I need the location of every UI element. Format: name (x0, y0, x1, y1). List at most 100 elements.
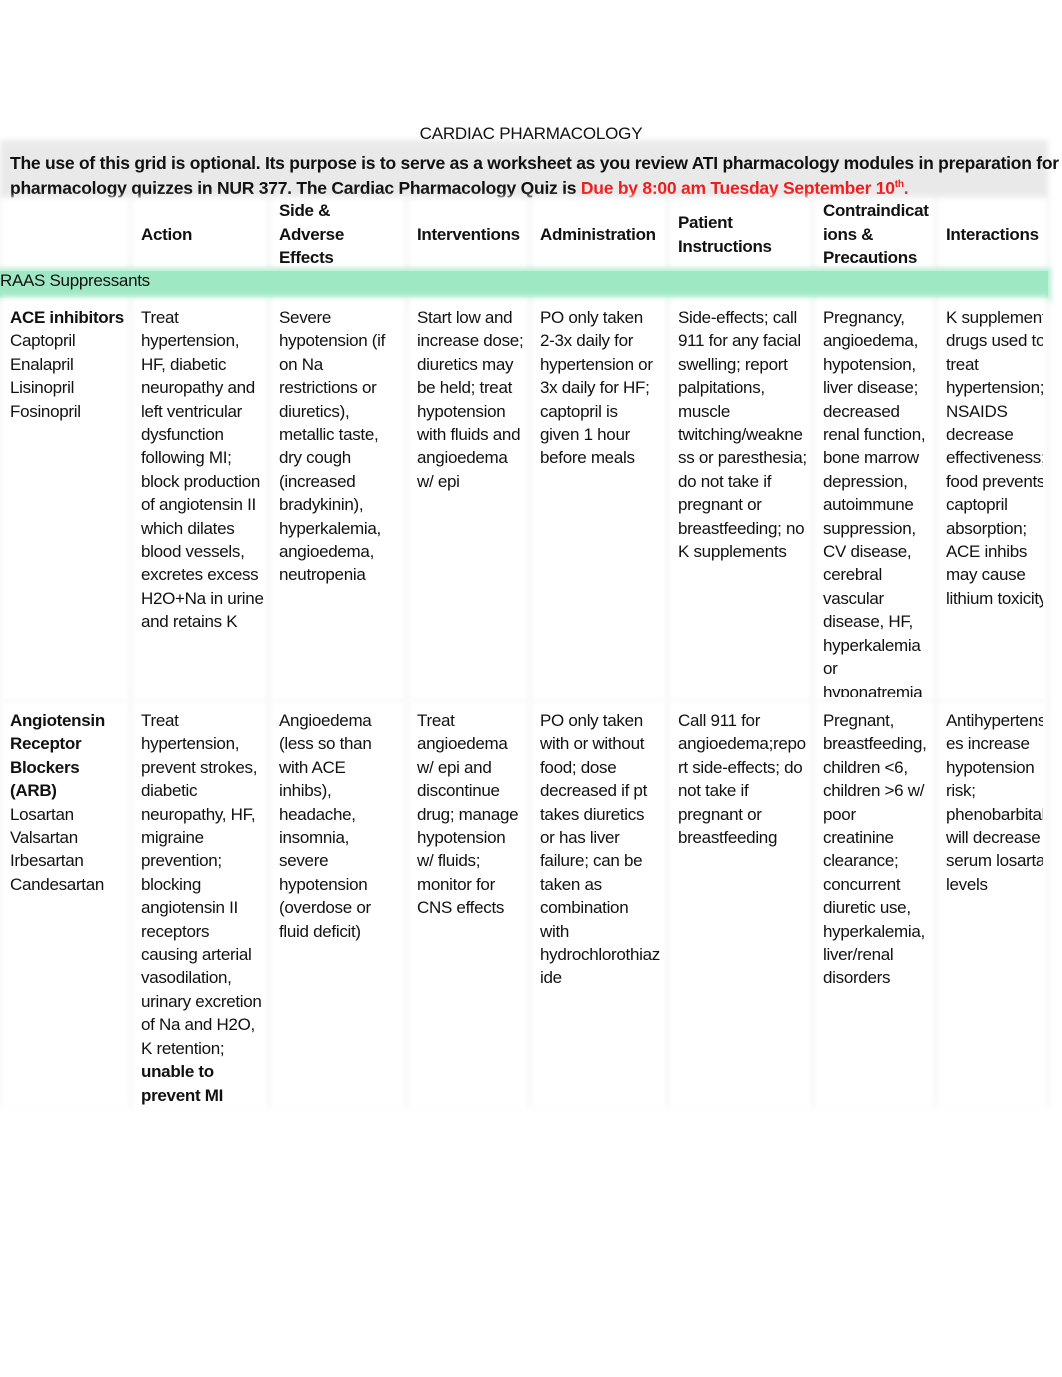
patient-instructions-cell: Call 911 for angioedema;repo rt side-effec… (668, 701, 813, 1109)
cell-text-line: insomnia, (279, 828, 350, 848)
cell-text-line: vasodilation, (141, 968, 232, 988)
cell-text-line: Treat (141, 711, 179, 730)
cell-text-line: dry cough (279, 448, 351, 468)
cell-text-line: combination (540, 898, 629, 918)
cell-text-line: hypertension; (946, 378, 1043, 398)
cell-text-line: food; dose (540, 757, 617, 777)
cell-text-line: 2-3x daily for (540, 331, 634, 351)
patient-instructions-cell: Side-effects; call 911 for any facial swel… (668, 298, 813, 701)
interactions-cell: K supplements drugs used to treat hypertens… (936, 298, 1048, 701)
administration-cell: PO only taken 2-3x daily for hypertension … (530, 298, 668, 701)
cell-text-line: breastfeeding (678, 828, 778, 848)
cell-text-line: concurrent (823, 874, 901, 894)
cell-text-line: severe (279, 851, 329, 871)
cell-text-line: dysfunction (141, 425, 224, 445)
action-cell: Treat hypertension, prevent strokes, diabet… (131, 701, 269, 1109)
side-effects-cell: Severe hypotension (if on Na restrictions o… (269, 298, 407, 701)
drug-name: Fosinopril (10, 401, 81, 421)
cell-text-line: serum losartan (946, 851, 1043, 871)
cell-text-line: inhibs), (279, 781, 332, 801)
header-text: Interventions (417, 224, 520, 244)
cell-text-line: with ACE (279, 757, 346, 777)
drug-name: Lisinopril (10, 378, 75, 398)
cell-text-line: increase dose; (417, 331, 524, 351)
cell-text-line: Antihypertensiv (946, 711, 1043, 730)
interventions-cell: Start low and increase dose; diuretics may… (407, 298, 530, 701)
cell-text-line: hypertension, (141, 331, 240, 351)
cell-text-line: children <6, (823, 757, 908, 777)
cell-text-line: excretes excess (141, 565, 259, 585)
cell-text-line: captopril is (540, 401, 618, 421)
cell-text-line: ide (540, 968, 562, 988)
pharmacology-grid: Action Side & Adverse Effects Interventions… (0, 198, 1048, 1109)
drug-class-name: Blockers (10, 757, 80, 777)
header-drug-class (0, 198, 131, 271)
section-label: RAAS Suppressants (0, 271, 1048, 298)
intro-line-1: The use of this grid is optional. Its pu… (10, 153, 1059, 173)
cell-text-line: K supplements (946, 308, 1043, 327)
cell-text-line: drug; manage (417, 804, 519, 824)
cell-text-line: food prevents (946, 471, 1043, 491)
cell-text-line: block production (141, 471, 260, 491)
cell-text-line: CNS effects (417, 898, 505, 918)
action-cell: Treat hypertension, HF, diabetic neuropathy… (131, 298, 269, 701)
cell-text-line: Pregnant, (823, 711, 895, 730)
cell-text-line: phenobarbital (946, 804, 1043, 824)
cell-text-line: suppression, (823, 518, 916, 538)
cell-text-line: restrictions or (279, 378, 377, 398)
header-side-adverse-effects: Side & Adverse Effects (269, 198, 407, 271)
drug-name: Candesartan (10, 874, 105, 894)
cell-text-line: levels (946, 874, 988, 894)
cell-text-line: takes diuretics (540, 804, 645, 824)
interactions-cell: Antihypertensiv es increase hypotension ris… (936, 701, 1048, 1109)
cell-text-line: palpitations, (678, 378, 765, 398)
cell-text-line: Start low and (417, 308, 513, 327)
cell-text-line: muscle (678, 401, 731, 421)
cell-text-line: given 1 hour (540, 425, 630, 445)
cell-text-line: blood vessels, (141, 542, 245, 562)
cell-text-line: creatinine (823, 828, 894, 848)
cell-text-line: PO only taken (540, 308, 643, 327)
drug-class-name: (ARB) (10, 781, 57, 801)
cell-text-line: prevention; (141, 851, 222, 871)
cell-text-line: discontinue (417, 781, 500, 801)
header-text: Action (141, 224, 193, 244)
cell-text-line: hyperkalemia, (823, 921, 925, 941)
header-text: ions & (823, 224, 874, 244)
header-action: Action (131, 198, 269, 271)
cell-text-line-bold: unable to (141, 1062, 214, 1082)
cell-text-line: cerebral (823, 565, 883, 585)
contraindications-cell: Pregnancy, angioedema, hypotension, liver d… (813, 298, 936, 701)
cell-text-line: H2O+Na in urine (141, 588, 264, 608)
cell-text-line: Angioedema (279, 711, 372, 730)
cell-text-line: hypotension (279, 874, 368, 894)
cell-text-line: taken as (540, 874, 602, 894)
cell-text-line: decreased (823, 401, 900, 421)
cell-text-line: angioedema (417, 734, 508, 754)
cell-text-line: be held; treat (417, 378, 513, 398)
cell-text-line: breastfeeding, (823, 734, 927, 754)
cell-text-line: failure; can be (540, 851, 643, 871)
header-contraindications-precautions: Contraindicat ions & Precautions (813, 198, 936, 271)
cell-text-line: with (540, 921, 570, 941)
cell-text-line: vascular (823, 588, 884, 608)
cell-text-line: angioedema;repo (678, 734, 806, 754)
header-text: Contraindicat (823, 202, 929, 221)
cell-text-line: K retention; (141, 1038, 225, 1058)
cell-text-line: captopril (946, 495, 1008, 515)
side-effects-cell: Angioedema (less so than with ACE inhibs), h… (269, 701, 407, 1109)
cell-text-line: w/ fluids; (417, 851, 481, 871)
cell-text-line: of angiotensin II (141, 495, 256, 515)
cell-text-line: hypotension (if (279, 331, 386, 351)
cell-text-line: HF, diabetic (141, 354, 227, 374)
cell-text-line: diabetic (141, 781, 198, 801)
cell-text-line: rt side-effects; do (678, 757, 803, 777)
cell-text-line: and retains K (141, 612, 238, 632)
cell-text-line: disorders (823, 968, 891, 988)
header-text: Instructions (678, 236, 772, 256)
cell-text-line: renal function, (823, 425, 926, 445)
cell-text-line: hyperkalemia (823, 635, 921, 655)
document-title: CARDIAC PHARMACOLOGY (419, 124, 643, 143)
cell-text-line: neuropathy, HF, (141, 804, 256, 824)
header-text: Precautions (823, 248, 918, 267)
